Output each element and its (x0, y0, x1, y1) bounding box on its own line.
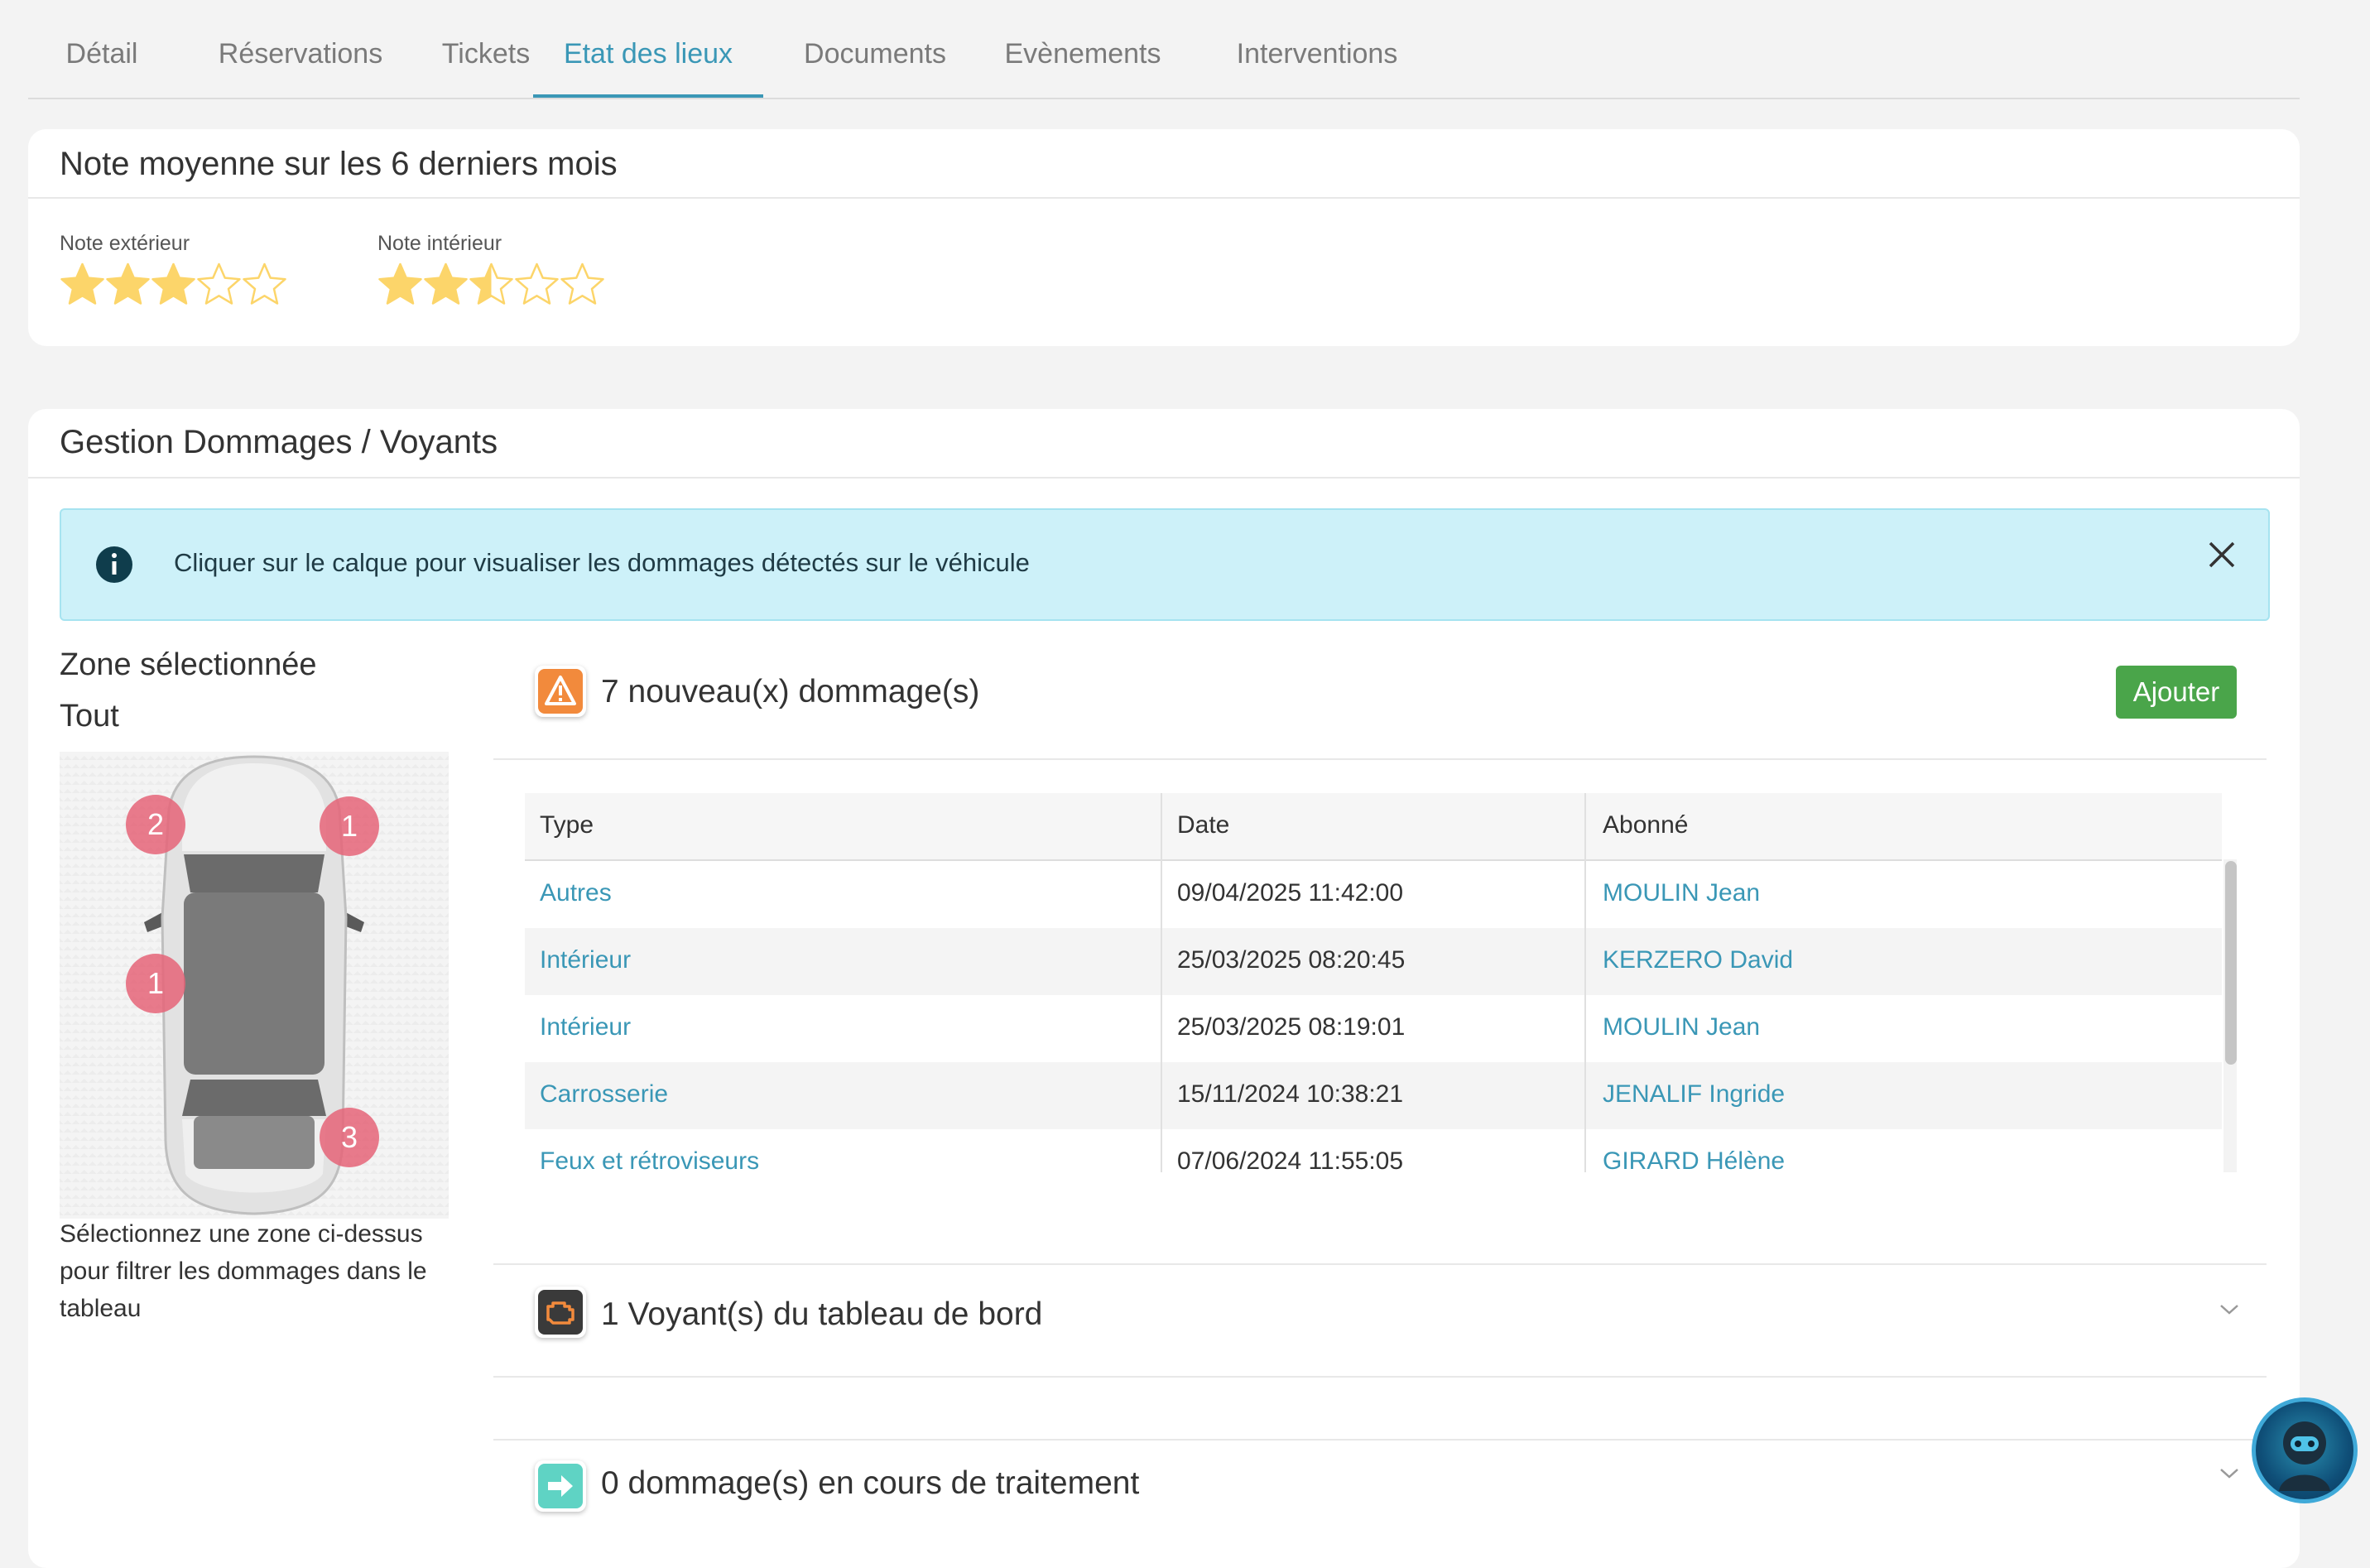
star-full-icon (424, 262, 468, 305)
table-row[interactable]: Carrosserie 15/11/2024 10:38:21 JENALIF … (525, 1062, 2222, 1129)
star-empty-icon (197, 262, 241, 305)
tab-bar: Détail Réservations Tickets Etat des lie… (28, 0, 2300, 99)
damages-table: Type Date Abonné Autres 09/04/2025 11:42… (525, 793, 2223, 1172)
chevron-down-icon[interactable] (2217, 1301, 2242, 1318)
exterior-rating-label: Note extérieur (60, 232, 190, 255)
tab-detail[interactable]: Détail (56, 0, 147, 98)
table-scrollbar-thumb[interactable] (2225, 861, 2237, 1065)
table-header: Type Date Abonné (525, 793, 2222, 861)
chevron-down-icon[interactable] (2217, 1465, 2242, 1482)
zone-badge-front-left[interactable]: 2 (126, 795, 185, 854)
table-row[interactable]: Autres 09/04/2025 11:42:00 MOULIN Jean (525, 861, 2222, 928)
damage-type-link[interactable]: Intérieur (540, 1013, 631, 1041)
column-divider (1584, 793, 1586, 1172)
interior-rating-label: Note intérieur (377, 232, 502, 255)
damage-date: 25/03/2025 08:20:45 (1177, 946, 1406, 974)
new-damages-title: 7 nouveau(x) dommage(s) (601, 674, 980, 709)
vehicle-diagram[interactable]: 2 1 1 3 (60, 752, 449, 1219)
warning-lights-title: 1 Voyant(s) du tableau de bord (601, 1296, 1043, 1332)
star-empty-icon (515, 262, 559, 305)
assistant-avatar[interactable] (2252, 1397, 2358, 1503)
damage-type-link[interactable]: Autres (540, 879, 612, 907)
tab-etat-des-lieux[interactable]: Etat des lieux (533, 0, 763, 98)
info-text: Cliquer sur le calque pour visualiser le… (174, 548, 1030, 577)
info-alert: Cliquer sur le calque pour visualiser le… (60, 508, 2270, 621)
warning-lights-header[interactable]: 1 Voyant(s) du tableau de bord (493, 1275, 2267, 1358)
star-full-icon (106, 262, 150, 305)
in-progress-header[interactable]: 0 dommage(s) en cours de traitement (493, 1450, 2267, 1520)
in-progress-title: 0 dommage(s) en cours de traitement (601, 1465, 1140, 1501)
zone-badge-rear-right[interactable]: 3 (320, 1108, 379, 1167)
damage-type-link[interactable]: Intérieur (540, 946, 631, 974)
column-header-date[interactable]: Date (1177, 811, 1229, 839)
star-full-icon (151, 262, 195, 305)
new-damages-header: 7 nouveau(x) dommage(s) (493, 662, 2267, 729)
engine-icon (535, 1287, 586, 1338)
divider (493, 1376, 2267, 1378)
subscriber-link[interactable]: KERZERO David (1603, 946, 1793, 974)
divider (28, 477, 2300, 479)
divider (493, 1439, 2267, 1441)
subscriber-link[interactable]: MOULIN Jean (1603, 1013, 1760, 1041)
selected-zone-label: Zone sélectionnée (60, 647, 317, 682)
damage-type-link[interactable]: Carrosserie (540, 1080, 668, 1109)
star-full-icon (60, 262, 104, 305)
zone-help-text: Sélectionnez une zone ci-dessus pour fil… (60, 1220, 427, 1322)
damage-date: 07/06/2024 11:55:05 (1177, 1147, 1404, 1172)
star-half-icon (469, 262, 513, 305)
subscriber-link[interactable]: MOULIN Jean (1603, 879, 1760, 907)
divider (493, 758, 2267, 760)
table-row[interactable]: Intérieur 25/03/2025 08:20:45 KERZERO Da… (525, 928, 2222, 995)
info-icon (96, 546, 132, 583)
ratings-card: Note moyenne sur les 6 derniers mois Not… (28, 129, 2300, 346)
car-top-view-image (144, 755, 364, 1215)
tab-reservations[interactable]: Réservations (190, 0, 411, 98)
interior-rating-stars (377, 262, 605, 308)
warning-triangle-icon (535, 666, 586, 717)
tab-interventions[interactable]: Interventions (1197, 0, 1437, 98)
tab-documents[interactable]: Documents (780, 0, 970, 98)
divider (493, 1263, 2267, 1265)
table-row[interactable]: Feux et rétroviseurs 07/06/2024 11:55:05… (525, 1129, 2222, 1172)
close-icon[interactable] (2205, 538, 2238, 571)
star-full-icon (378, 262, 422, 305)
tab-evenements[interactable]: Evènements (980, 0, 1185, 98)
robot-icon (2279, 1421, 2330, 1491)
zone-badge-left-side[interactable]: 1 (126, 954, 185, 1013)
subscriber-link[interactable]: JENALIF Ingride (1603, 1080, 1785, 1109)
star-empty-icon (243, 262, 286, 305)
column-divider (1161, 793, 1162, 1172)
subscriber-link[interactable]: GIRARD Hélène (1603, 1147, 1785, 1172)
star-empty-icon (560, 262, 604, 305)
damage-date: 25/03/2025 08:19:01 (1177, 1013, 1406, 1041)
divider (28, 197, 2300, 199)
ratings-title: Note moyenne sur les 6 derniers mois (60, 146, 618, 182)
column-header-subscriber[interactable]: Abonné (1603, 811, 1688, 839)
table-row[interactable]: Intérieur 25/03/2025 08:19:01 MOULIN Jea… (525, 995, 2222, 1062)
exterior-rating-stars (60, 262, 287, 308)
damage-date: 15/11/2024 10:38:21 (1177, 1080, 1404, 1108)
damage-date: 09/04/2025 11:42:00 (1177, 879, 1404, 907)
zone-badge-front-right[interactable]: 1 (320, 796, 379, 856)
arrow-right-icon (535, 1460, 586, 1512)
add-damage-button[interactable]: Ajouter (2116, 666, 2237, 719)
column-header-type[interactable]: Type (540, 811, 594, 839)
selected-zone-value: Tout (60, 699, 119, 733)
damage-type-link[interactable]: Feux et rétroviseurs (540, 1147, 759, 1172)
damages-title: Gestion Dommages / Voyants (60, 424, 498, 460)
